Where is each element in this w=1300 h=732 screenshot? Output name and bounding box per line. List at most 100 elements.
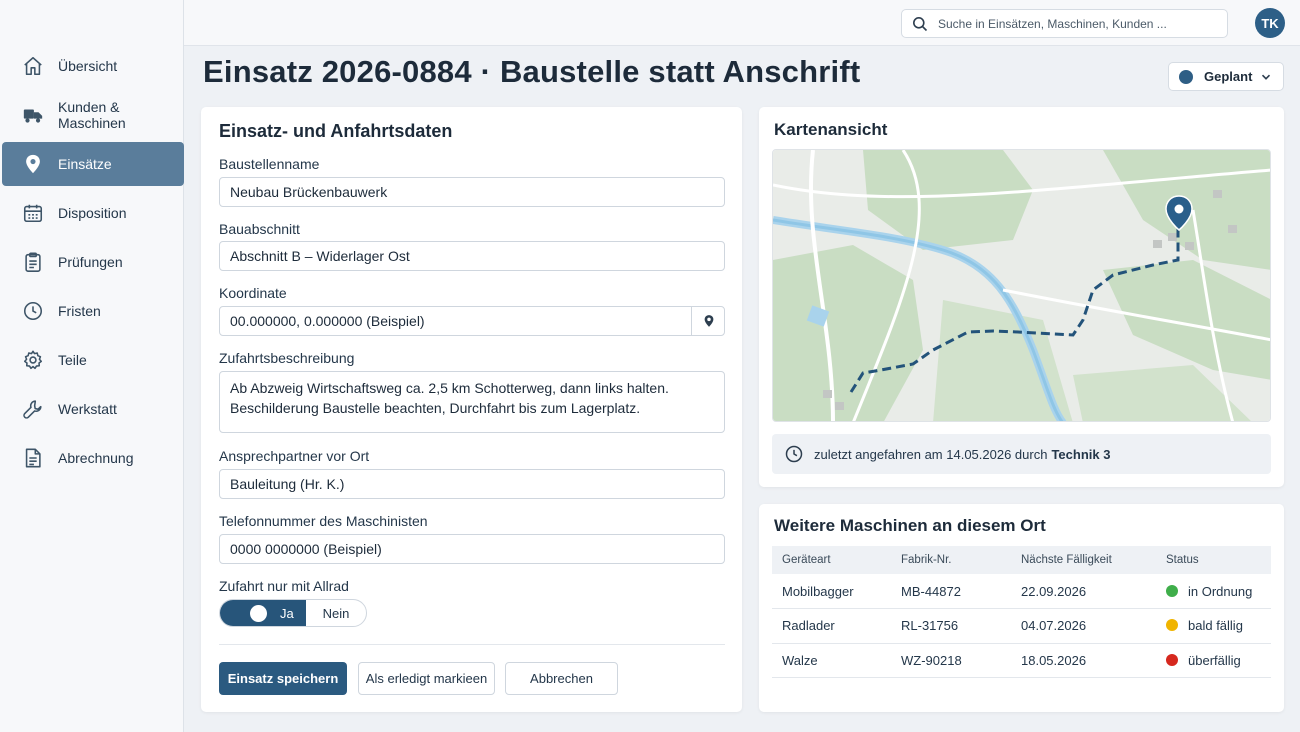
sidebar-item-label: Disposition	[58, 205, 127, 221]
page-title: Einsatz 2026-0884 · Baustelle statt Ansc…	[203, 54, 861, 89]
sidebar-item-teile[interactable]: Teile	[2, 338, 184, 382]
search-icon	[913, 16, 928, 31]
save-button[interactable]: Einsatz speichern	[219, 662, 347, 695]
wrench-icon	[23, 400, 42, 419]
avatar[interactable]: TK	[1255, 8, 1285, 38]
column-header: Status	[1156, 546, 1271, 574]
map-canvas	[773, 150, 1270, 421]
phone-input[interactable]	[219, 534, 725, 564]
sidebar-item-werkstatt[interactable]: Werkstatt	[2, 387, 184, 431]
sidebar: Übersicht Kunden & Maschinen Einsätze Di…	[0, 0, 184, 732]
status-dot	[1166, 584, 1178, 597]
last-visit-info: zuletzt angefahren am 14.05.2026 durch T…	[772, 434, 1271, 474]
machine-serial: WZ-90218	[891, 643, 1011, 678]
last-visit-text: zuletzt angefahren am 14.05.2026 durch	[814, 446, 1048, 462]
topbar: TK	[184, 0, 1300, 46]
contact-label: Ansprechpartner vor Ort	[219, 448, 370, 464]
status-label: bald fällig	[1188, 618, 1243, 634]
table-header-row: Geräteart Fabrik-Nr. Nächste Fälligkeit …	[772, 546, 1271, 574]
clipboard-icon	[25, 252, 41, 272]
machine-status: in Ordnung	[1156, 574, 1271, 609]
machine-type: Walze	[772, 643, 891, 678]
machines-card: Weitere Maschinen an diesem Ort Gerätear…	[759, 504, 1284, 712]
map-pin-icon	[704, 315, 713, 327]
coordinate-pick-button[interactable]	[691, 306, 725, 336]
status-dot	[1166, 619, 1178, 632]
toggle-knob	[250, 605, 267, 622]
table-row[interactable]: Mobilbagger MB-44872 22.09.2026 in Ordnu…	[772, 574, 1271, 609]
sidebar-item-label: Teile	[58, 352, 87, 368]
gear-icon	[23, 350, 43, 370]
mark-done-button[interactable]: Als erledigt markieen	[358, 662, 495, 695]
machine-due: 18.05.2026	[1011, 643, 1156, 678]
section-input[interactable]	[219, 241, 725, 271]
table-row[interactable]: Walze WZ-90218 18.05.2026 überfällig	[772, 643, 1271, 678]
truck-icon	[23, 109, 43, 123]
access-label: Zufahrtsbeschreibung	[219, 350, 355, 366]
machine-type: Radlader	[772, 608, 891, 644]
status-select[interactable]: Geplant	[1168, 62, 1284, 91]
status-label: Geplant	[1204, 69, 1253, 84]
allrad-label: Zufahrt nur mit Allrad	[219, 578, 349, 594]
column-header: Geräteart	[772, 546, 891, 574]
calendar-icon	[23, 204, 43, 223]
sidebar-item-label: Einsätze	[58, 156, 112, 172]
sidebar-item-einsaetze[interactable]: Einsätze	[2, 142, 184, 186]
status-label: überfällig	[1188, 652, 1241, 668]
allrad-toggle[interactable]: Ja Nein	[219, 599, 367, 627]
coordinate-input[interactable]	[219, 306, 725, 336]
status-dot	[1179, 69, 1193, 84]
map-title: Kartenansicht	[774, 120, 888, 139]
machine-status: bald fällig	[1156, 608, 1271, 644]
map-card: Kartenansicht zuletzt angefahren am 14.0…	[759, 107, 1284, 487]
divider	[219, 644, 725, 645]
form-title: Einsatz- und Anfahrtsdaten	[219, 121, 453, 141]
einsatz-form-card: Einsatz- und Anfahrtsdaten Baustellennam…	[201, 107, 742, 712]
sidebar-nav: Übersicht Kunden & Maschinen Einsätze Di…	[0, 44, 184, 485]
sidebar-item-label: Übersicht	[58, 58, 118, 74]
sidebar-item-fristen[interactable]: Fristen	[2, 289, 184, 333]
machine-serial: MB-44872	[891, 574, 1011, 609]
allrad-yes-label: Ja	[280, 605, 294, 621]
map-pin-icon	[26, 154, 40, 174]
machine-due: 22.09.2026	[1011, 574, 1156, 609]
coordinate-label: Koordinate	[219, 285, 287, 301]
sidebar-item-label: Abrechnung	[58, 450, 134, 466]
machine-status: überfällig	[1156, 643, 1271, 678]
contact-input[interactable]	[219, 469, 725, 499]
sidebar-item-pruefungen[interactable]: Prüfungen	[2, 240, 184, 284]
machines-table: Geräteart Fabrik-Nr. Nächste Fälligkeit …	[772, 546, 1271, 678]
machine-type: Mobilbagger	[772, 574, 891, 609]
cancel-button[interactable]: Abbrechen	[505, 662, 618, 695]
status-dot	[1166, 653, 1178, 666]
allrad-yes-option[interactable]: Ja	[220, 600, 306, 626]
document-icon	[25, 448, 41, 468]
sidebar-item-disposition[interactable]: Disposition	[2, 191, 184, 235]
clock-icon	[23, 301, 43, 321]
allrad-no-label: Nein	[322, 605, 350, 621]
phone-label: Telefonnummer des Maschinisten	[219, 513, 428, 529]
column-header: Nächste Fälligkeit	[1011, 546, 1156, 574]
status-label: in Ordnung	[1188, 583, 1253, 599]
site-name-label: Baustellenname	[219, 156, 320, 172]
sidebar-item-label: Prüfungen	[58, 254, 123, 270]
section-label: Bauabschnitt	[219, 221, 300, 237]
access-textarea[interactable]: Ab Abzweig Wirtschaftsweg ca. 2,5 km Sch…	[219, 371, 725, 433]
allrad-no-option[interactable]: Nein	[306, 600, 366, 626]
last-visit-by: Technik 3	[1051, 446, 1111, 462]
sidebar-item-label: Werkstatt	[58, 401, 117, 417]
search-box[interactable]	[901, 9, 1228, 38]
table-row[interactable]: Radlader RL-31756 04.07.2026 bald fällig	[772, 608, 1271, 644]
map-view[interactable]	[772, 149, 1271, 422]
sidebar-item-kunden-maschinen[interactable]: Kunden & Maschinen	[2, 93, 184, 137]
sidebar-item-label: Kunden & Maschinen	[58, 99, 126, 131]
search-input[interactable]	[938, 16, 1208, 31]
column-header: Fabrik-Nr.	[891, 546, 1011, 574]
machine-due: 04.07.2026	[1011, 608, 1156, 644]
clock-icon	[785, 445, 803, 463]
site-name-input[interactable]	[219, 177, 725, 207]
sidebar-item-abrechnung[interactable]: Abrechnung	[2, 436, 184, 480]
sidebar-item-uebersicht[interactable]: Übersicht	[2, 44, 184, 88]
machines-title: Weitere Maschinen an diesem Ort	[774, 516, 1046, 535]
home-icon	[24, 56, 42, 76]
